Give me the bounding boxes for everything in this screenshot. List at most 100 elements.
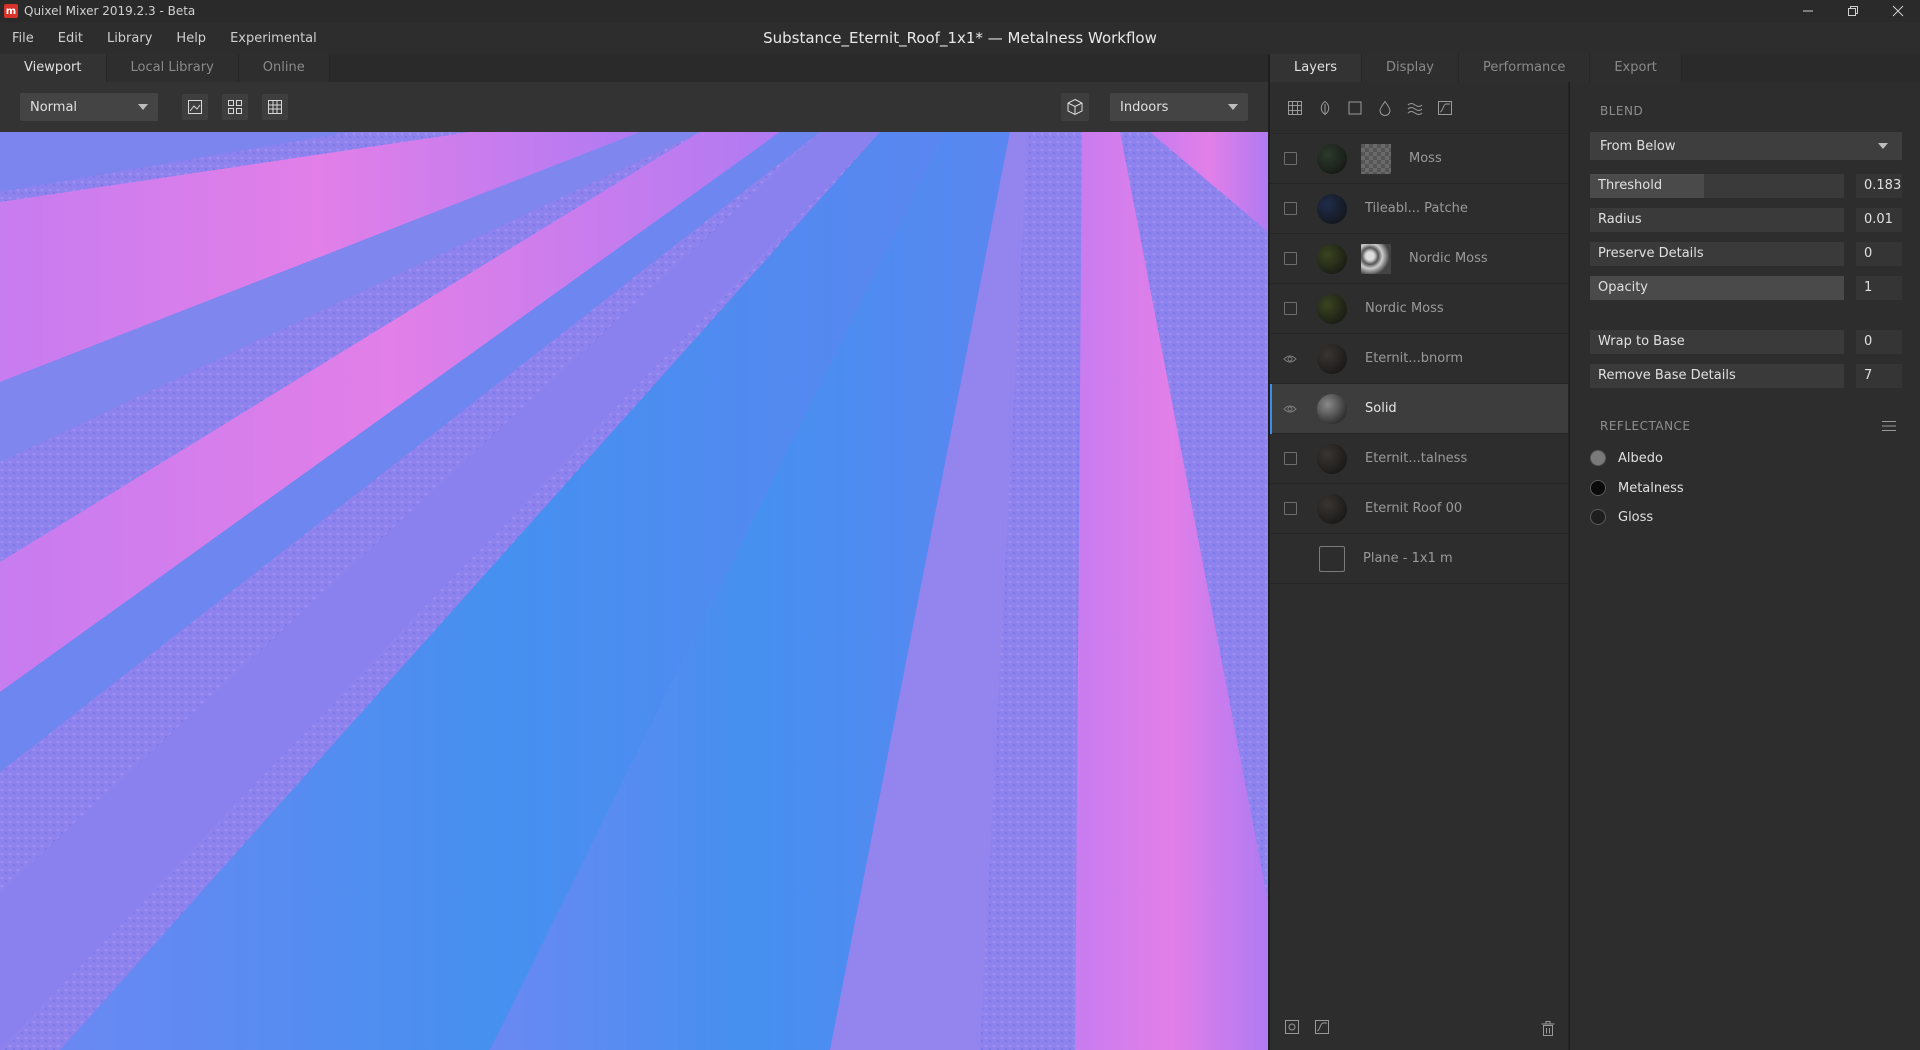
restore-icon[interactable]	[1830, 0, 1875, 22]
menu-help[interactable]: Help	[164, 31, 218, 46]
param-label: Threshold	[1598, 178, 1663, 193]
render-mode-value: Normal	[30, 99, 78, 115]
layer-toolbar	[1270, 82, 1568, 134]
layer-thumbnail	[1317, 143, 1347, 174]
add-fluid-layer-icon[interactable]	[1406, 99, 1424, 117]
layer-mask-thumbnail[interactable]	[1361, 143, 1391, 174]
add-paint-layer-icon[interactable]	[1376, 99, 1394, 117]
param-radius: Radius 0.01	[1590, 208, 1902, 232]
param-value-input[interactable]: 0	[1856, 242, 1902, 266]
minimize-icon[interactable]	[1785, 0, 1830, 22]
layer-visibility-checkbox[interactable]	[1284, 252, 1297, 265]
param-slider[interactable]: Remove Base Details	[1590, 364, 1844, 388]
layer-thumbnail	[1319, 545, 1345, 572]
reflectance-metalness[interactable]: Metalness	[1590, 478, 1684, 498]
layer-visibility-checkbox[interactable]	[1284, 502, 1297, 515]
param-slider[interactable]: Radius	[1590, 208, 1844, 232]
right-tab-bar: Layers Display Performance Export	[1270, 54, 1920, 82]
normal-map-render	[0, 132, 1268, 1050]
reflectance-label: Gloss	[1618, 509, 1654, 525]
environment-dropdown[interactable]: Indoors	[1110, 93, 1248, 121]
layer-row[interactable]: Nordic Moss	[1270, 284, 1568, 334]
layer-name: Moss	[1409, 151, 1442, 166]
layer-row[interactable]: Solid	[1270, 384, 1568, 434]
menu-file[interactable]: File	[0, 31, 46, 46]
left-tab-bar: Viewport Local Library Online	[0, 54, 1268, 82]
eye-icon[interactable]	[1283, 402, 1297, 416]
layer-name: Nordic Moss	[1365, 301, 1444, 316]
window-controls	[1785, 0, 1920, 22]
menu-experimental[interactable]: Experimental	[218, 31, 329, 46]
layer-mask-thumbnail[interactable]	[1361, 243, 1391, 274]
reflectance-albedo[interactable]: Albedo	[1590, 448, 1663, 468]
layer-row[interactable]: Plane - 1x1 m	[1270, 534, 1568, 584]
add-adjustment-layer-icon[interactable]	[1436, 99, 1454, 117]
tab-display[interactable]: Display	[1362, 54, 1459, 82]
mesh-button[interactable]	[1061, 93, 1089, 121]
tab-export[interactable]: Export	[1590, 54, 1682, 82]
color-swatch[interactable]	[1590, 450, 1606, 466]
tab-viewport[interactable]: Viewport	[0, 54, 107, 82]
add-surface-layer-icon[interactable]	[1286, 99, 1304, 117]
color-swatch[interactable]	[1590, 509, 1606, 525]
image-view-button[interactable]	[182, 94, 208, 120]
reflectance-label: Albedo	[1618, 450, 1663, 466]
render-mode-dropdown[interactable]: Normal	[20, 93, 158, 121]
param-value-input[interactable]: 0	[1856, 330, 1902, 354]
viewport-toolbar: Normal Indoors	[0, 82, 1268, 132]
param-value-input[interactable]: 7	[1856, 364, 1902, 388]
layer-row[interactable]: Tileabl... Patche	[1270, 184, 1568, 234]
grid-view-button[interactable]	[222, 94, 248, 120]
reflectance-section-title: REFLECTANCE	[1600, 419, 1691, 433]
param-slider[interactable]: Wrap to Base	[1590, 330, 1844, 354]
blend-mode-dropdown[interactable]: From Below	[1590, 132, 1902, 160]
layer-name: Solid	[1365, 401, 1397, 416]
menu-library[interactable]: Library	[95, 31, 164, 46]
add-modifier-icon[interactable]	[1314, 1019, 1330, 1039]
layer-visibility-checkbox[interactable]	[1284, 302, 1297, 315]
add-atlas-layer-icon[interactable]	[1316, 99, 1334, 117]
layer-thumbnail	[1317, 493, 1347, 524]
param-slider[interactable]: Threshold	[1590, 174, 1844, 198]
param-label: Radius	[1598, 212, 1642, 227]
chevron-down-icon	[1228, 104, 1238, 110]
image-icon	[188, 100, 202, 114]
title-bar: m Quixel Mixer 2019.2.3 - Beta	[0, 0, 1920, 22]
add-mask-icon[interactable]	[1284, 1019, 1300, 1039]
close-icon[interactable]	[1875, 0, 1920, 22]
menu-icon[interactable]	[1882, 420, 1896, 436]
layer-row[interactable]: Eternit Roof 00	[1270, 484, 1568, 534]
menu-edit[interactable]: Edit	[46, 31, 95, 46]
add-solid-layer-icon[interactable]	[1346, 99, 1364, 117]
layer-visibility-checkbox[interactable]	[1284, 152, 1297, 165]
eye-icon[interactable]	[1283, 352, 1297, 366]
color-swatch[interactable]	[1590, 480, 1606, 496]
tiling-view-button[interactable]	[262, 94, 288, 120]
layer-name: Plane - 1x1 m	[1363, 551, 1453, 566]
properties-panel: BLEND From Below Threshold 0.183 Radius 0.0…	[1570, 82, 1920, 1050]
viewport-3d[interactable]	[0, 132, 1268, 1050]
param-value-input[interactable]: 0.183	[1856, 174, 1902, 198]
layer-row[interactable]: Nordic Moss	[1270, 234, 1568, 284]
param-slider[interactable]: Preserve Details	[1590, 242, 1844, 266]
layer-visibility-checkbox[interactable]	[1284, 452, 1297, 465]
tab-performance[interactable]: Performance	[1458, 54, 1591, 82]
cube-icon	[1067, 98, 1083, 116]
trash-icon[interactable]	[1541, 1021, 1555, 1041]
tab-local-library[interactable]: Local Library	[106, 54, 239, 82]
layer-row[interactable]: Eternit...talness	[1270, 434, 1568, 484]
layer-thumbnail	[1317, 443, 1347, 474]
layer-row[interactable]: Moss	[1270, 134, 1568, 184]
param-value-input[interactable]: 0.01	[1856, 208, 1902, 232]
tab-online[interactable]: Online	[238, 54, 330, 82]
reflectance-gloss[interactable]: Gloss	[1590, 507, 1653, 527]
param-value-input[interactable]: 1	[1856, 276, 1902, 300]
layer-row[interactable]: Eternit...bnorm	[1270, 334, 1568, 384]
param-slider[interactable]: Opacity	[1590, 276, 1844, 300]
param-threshold: Threshold 0.183	[1590, 174, 1902, 198]
layer-visibility-checkbox[interactable]	[1284, 202, 1297, 215]
four-panel-icon	[228, 100, 242, 114]
blend-section-title: BLEND	[1600, 104, 1644, 118]
environment-value: Indoors	[1120, 99, 1169, 115]
tab-layers[interactable]: Layers	[1270, 54, 1363, 82]
